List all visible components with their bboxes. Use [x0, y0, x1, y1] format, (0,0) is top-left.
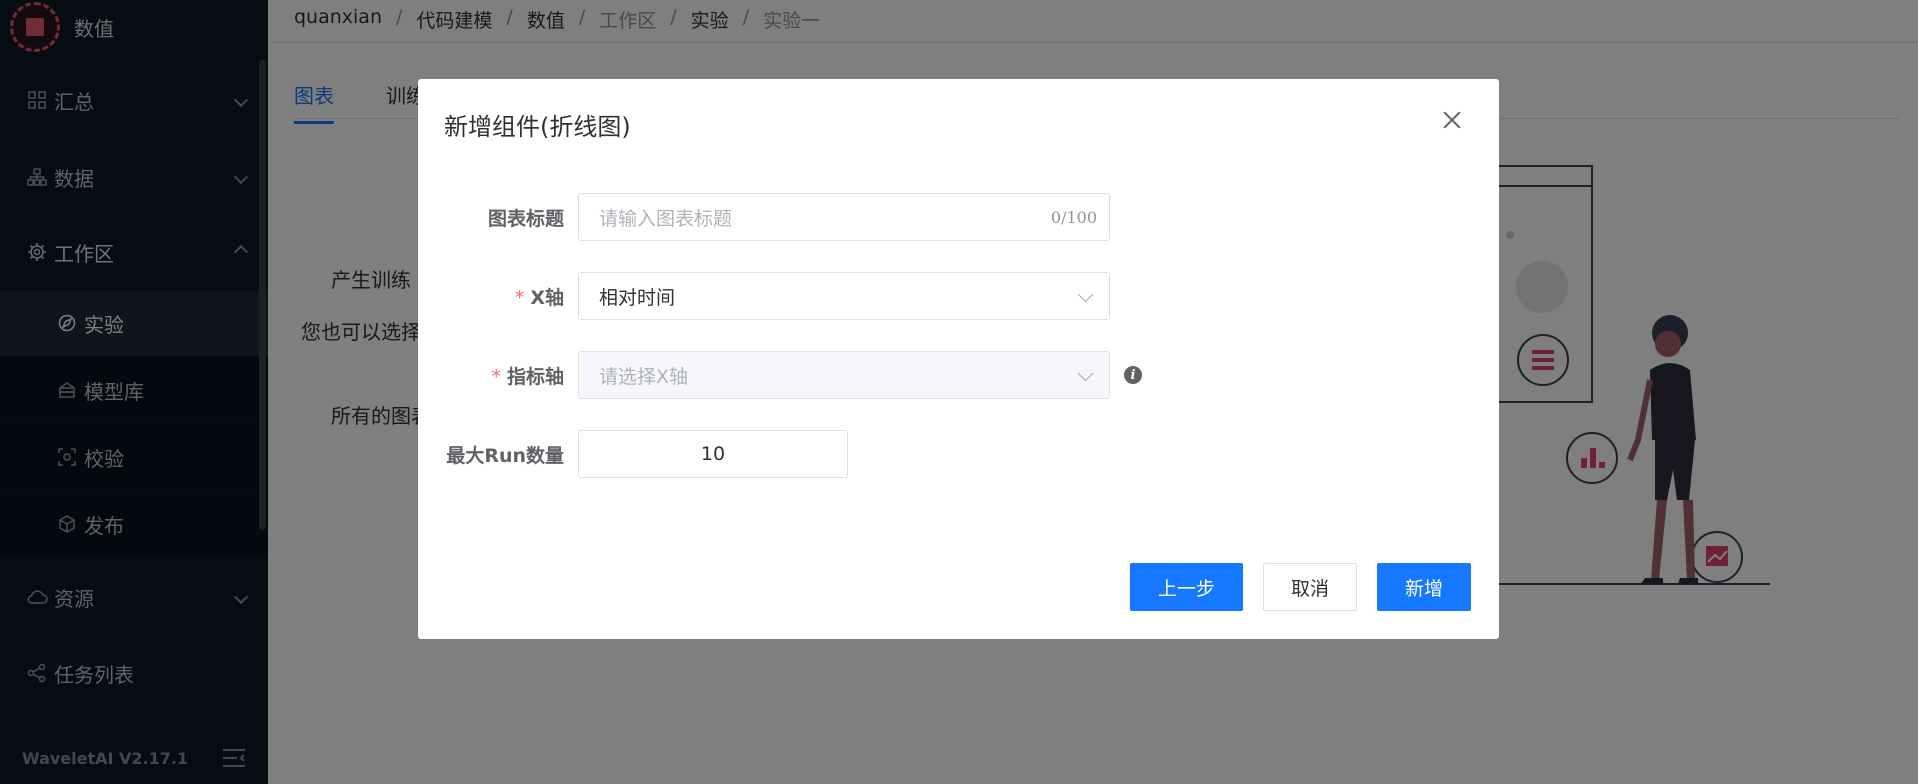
metric-axis-label: * 指标轴: [491, 365, 564, 388]
chart-title-label: 图表标题: [487, 207, 564, 230]
required-asterisk: *: [491, 365, 501, 388]
chart-title-input[interactable]: 请输入图表标题 0/100: [578, 193, 1110, 241]
max-runs-value: 10: [700, 443, 726, 465]
metric-axis-placeholder: 请选择X轴: [599, 365, 689, 388]
x-axis-select[interactable]: 相对时间: [578, 272, 1110, 320]
form-row-max-runs: 最大Run数量 10: [418, 430, 1499, 478]
required-asterisk: *: [514, 286, 525, 309]
chevron-down-icon: [1077, 286, 1094, 303]
x-axis-label: * X轴: [514, 286, 564, 309]
char-counter: 0/100: [1050, 207, 1097, 227]
prev-step-button[interactable]: 上一步: [1130, 563, 1243, 611]
metric-axis-select[interactable]: 请选择X轴: [578, 351, 1110, 399]
max-runs-input[interactable]: 10: [578, 430, 848, 478]
form-row-chart-title: 图表标题 请输入图表标题 0/100: [418, 193, 1499, 241]
form-row-metric-axis: * 指标轴 请选择X轴 i: [418, 351, 1499, 399]
max-runs-label: 最大Run数量: [446, 444, 564, 467]
chevron-down-icon: [1077, 365, 1094, 382]
add-button[interactable]: 新增: [1377, 563, 1471, 611]
form-row-x-axis: * X轴 相对时间: [418, 272, 1499, 320]
add-component-dialog: 新增组件(折线图) 图表标题 请输入图表标题 0/100 * X轴 相对时间 * 指…: [418, 79, 1499, 639]
info-icon[interactable]: i: [1124, 366, 1142, 384]
x-axis-value: 相对时间: [599, 286, 676, 309]
dialog-title: 新增组件(折线图): [444, 113, 631, 141]
close-icon[interactable]: [1441, 109, 1463, 131]
chart-title-placeholder: 请输入图表标题: [599, 207, 733, 230]
cancel-button[interactable]: 取消: [1263, 563, 1357, 611]
